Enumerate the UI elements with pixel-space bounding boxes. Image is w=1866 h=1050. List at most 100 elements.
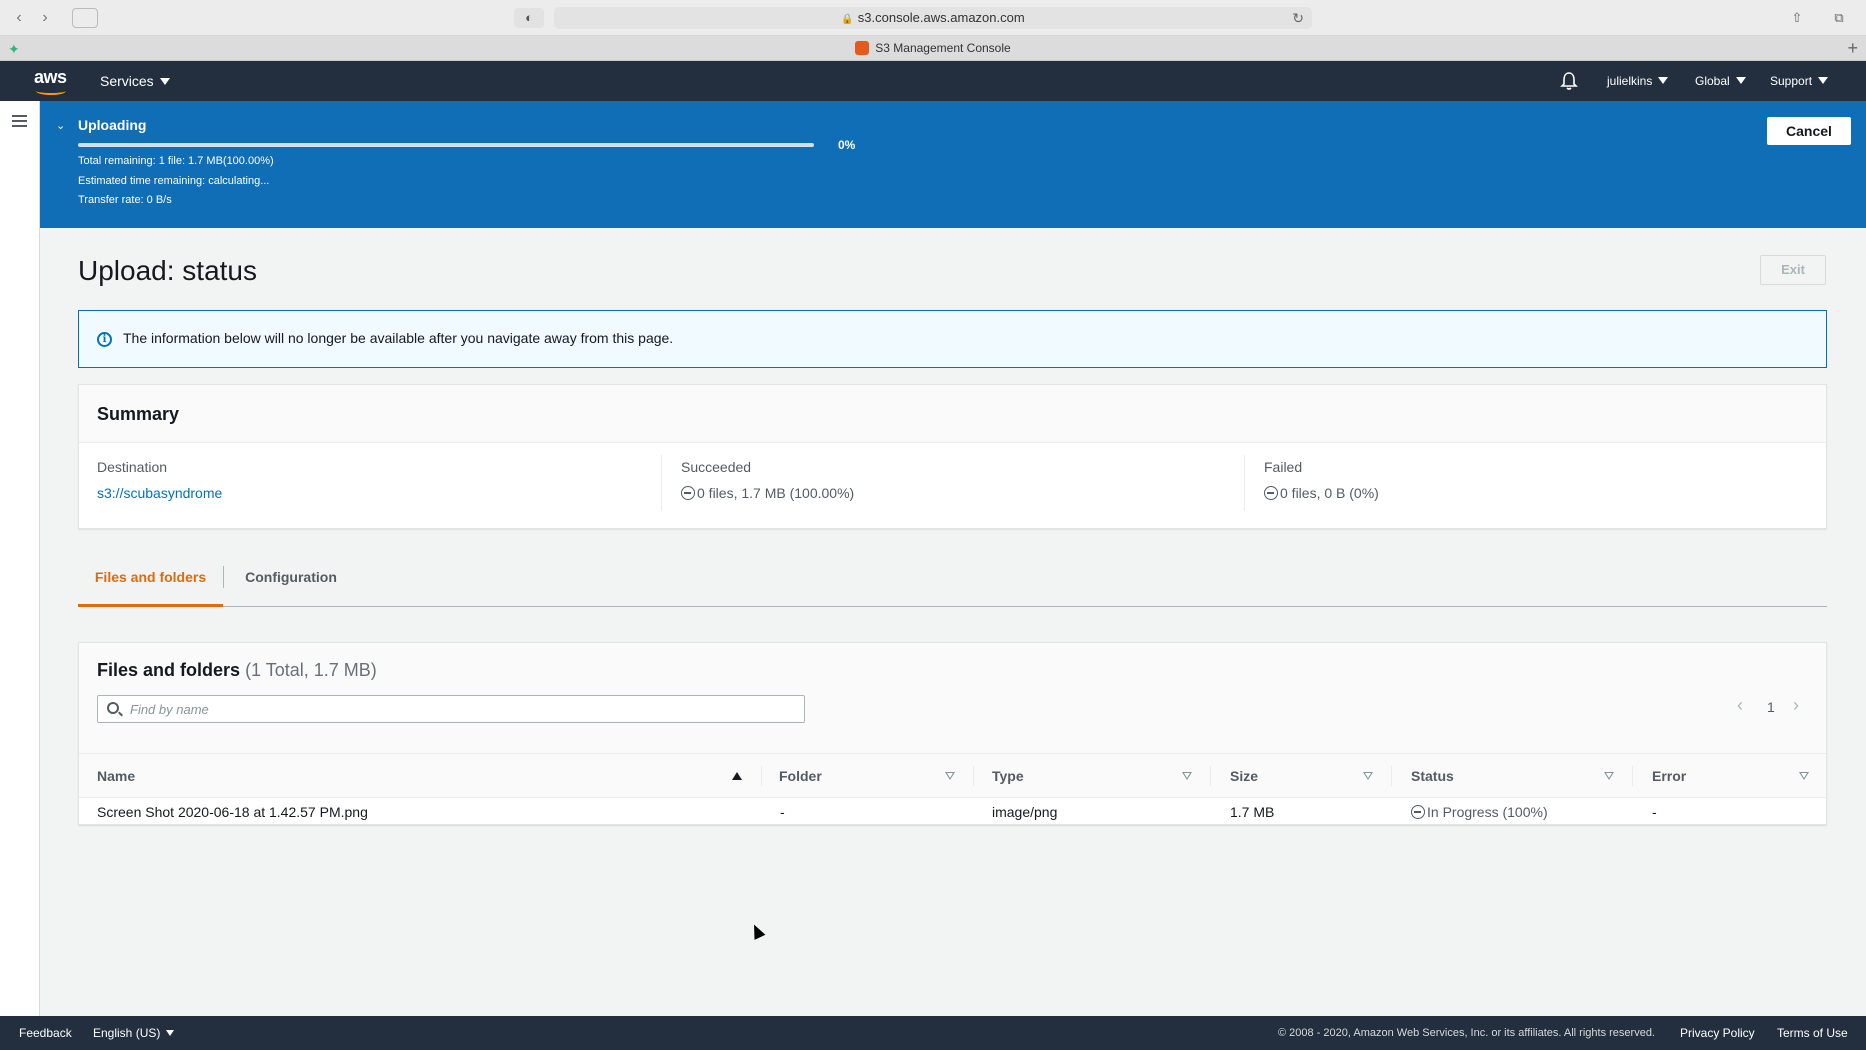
hamburger-menu-icon[interactable] <box>12 115 27 127</box>
s3-favicon-icon <box>855 41 870 55</box>
summary-failed: Failed 0 files, 0 B (0%) <box>1264 459 1379 519</box>
succeeded-label: Succeeded <box>681 459 752 475</box>
user-menu[interactable]: julielkins <box>1607 61 1669 101</box>
cell-error: - <box>1652 804 1657 820</box>
failed-label: Failed <box>1264 459 1303 475</box>
console-footer: Feedback English (US) © 2008 - 2020, Ama… <box>0 1016 1866 1050</box>
aws-smile-icon <box>36 87 66 95</box>
in-progress-icon <box>1411 805 1425 819</box>
lock-icon: 🔒 <box>841 14 854 25</box>
aws-logo[interactable]: aws <box>34 67 70 95</box>
search-box <box>97 695 805 723</box>
services-menu[interactable]: Services <box>100 61 170 101</box>
caret-down-icon <box>1735 77 1746 84</box>
mouse-cursor-icon <box>748 922 766 940</box>
region-label: Global <box>1695 74 1730 88</box>
column-header-error[interactable]: Error <box>1652 754 1686 799</box>
tab-files-and-folders[interactable]: Files and folders <box>78 555 223 607</box>
cell-type: image/png <box>992 804 1058 820</box>
column-header-folder[interactable]: Folder <box>779 754 822 799</box>
sort-toggle-icon[interactable] <box>1182 772 1192 780</box>
sort-toggle-icon[interactable] <box>1604 772 1614 780</box>
files-count: (1 Total, 1.7 MB) <box>245 660 377 680</box>
left-rail <box>0 101 40 1016</box>
total-remaining-text: Total remaining: 1 file: 1.7 MB(100.00%) <box>78 155 274 167</box>
previous-page-icon[interactable]: ‹ <box>1737 695 1743 716</box>
column-header-type[interactable]: Type <box>992 754 1024 799</box>
browser-tab[interactable]: S3 Management Console <box>0 36 1866 61</box>
cancel-upload-button[interactable]: Cancel <box>1767 117 1851 145</box>
column-header-status[interactable]: Status <box>1411 754 1454 799</box>
summary-heading: Summary <box>97 404 180 424</box>
cell-status: In Progress (100%) <box>1411 798 1548 826</box>
user-label: julielkins <box>1607 74 1653 88</box>
destination-link[interactable]: s3://scubasyndrome <box>97 485 222 501</box>
files-title: Files and folders <box>97 660 241 680</box>
info-icon: i <box>97 332 112 347</box>
language-selector[interactable]: English (US) <box>93 1016 175 1050</box>
status-circle-icon <box>1264 486 1278 500</box>
support-label: Support <box>1770 74 1813 88</box>
copyright-text: © 2008 - 2020, Amazon Web Services, Inc.… <box>1278 1027 1655 1039</box>
share-icon[interactable]: ⇧ <box>1784 7 1810 29</box>
column-divider <box>761 766 762 786</box>
caret-down-icon <box>1818 77 1829 84</box>
page-title: Upload: status <box>78 255 257 286</box>
upload-title: Uploading <box>78 117 147 133</box>
destination-label: Destination <box>97 459 168 475</box>
region-menu[interactable]: Global <box>1695 61 1746 101</box>
terms-of-use-link[interactable]: Terms of Use <box>1777 1016 1848 1050</box>
notification-bell-icon[interactable] <box>1560 71 1578 91</box>
browser-tab-bar: ✦ S3 Management Console + <box>0 36 1866 61</box>
summary-succeeded: Succeeded 0 files, 1.7 MB (100.00%) <box>681 459 854 519</box>
privacy-shield-icon[interactable]: ◐ <box>514 8 544 28</box>
tabs-overview-icon[interactable]: ⧉ <box>1826 7 1852 29</box>
caret-down-icon <box>1658 77 1669 84</box>
files-panel-header: Files and folders (1 Total, 1.7 MB) ‹ 1 … <box>79 643 1826 753</box>
sort-toggle-icon[interactable] <box>1799 772 1809 780</box>
page-number[interactable]: 1 <box>1767 699 1775 715</box>
privacy-policy-link[interactable]: Privacy Policy <box>1680 1016 1755 1050</box>
sidebar-toggle-icon[interactable] <box>72 8 98 28</box>
time-remaining-text: Estimated time remaining: calculating... <box>78 175 270 187</box>
collapse-chevron-icon[interactable]: ⌄ <box>56 119 65 132</box>
summary-header: Summary <box>79 385 1826 443</box>
cell-status-text: In Progress (100%) <box>1427 804 1548 820</box>
column-divider <box>1632 766 1633 786</box>
sort-toggle-icon[interactable] <box>945 772 955 780</box>
tab-configuration[interactable]: Configuration <box>224 555 358 607</box>
column-header-size[interactable]: Size <box>1230 754 1258 799</box>
files-panel-title: Files and folders (1 Total, 1.7 MB) <box>97 660 377 681</box>
cell-name: Screen Shot 2020-06-18 at 1.42.57 PM.png <box>97 804 368 820</box>
tab-title: S3 Management Console <box>875 41 1011 55</box>
feedback-link[interactable]: Feedback <box>19 1016 72 1050</box>
reload-icon[interactable]: ↻ <box>1292 7 1304 29</box>
url-text: s3.console.aws.amazon.com <box>857 10 1025 25</box>
back-icon[interactable]: ‹ <box>8 8 30 28</box>
upload-progress-banner: ⌄ Uploading 0% Total remaining: 1 file: … <box>40 101 1866 228</box>
status-circle-icon <box>681 486 695 500</box>
new-tab-icon[interactable]: + <box>1847 36 1858 61</box>
exit-button[interactable]: Exit <box>1760 255 1826 285</box>
aws-top-nav: aws Services julielkins Global Support <box>0 61 1866 101</box>
upload-progress-bar <box>78 143 814 147</box>
forward-icon[interactable]: › <box>34 8 56 28</box>
failed-value: 0 files, 0 B (0%) <box>1280 485 1379 501</box>
support-menu[interactable]: Support <box>1770 61 1829 101</box>
succeeded-value: 0 files, 1.7 MB (100.00%) <box>697 485 855 501</box>
services-label: Services <box>100 73 154 89</box>
caret-down-icon <box>159 78 170 85</box>
column-header-name[interactable]: Name <box>97 754 135 799</box>
sort-ascending-icon[interactable] <box>732 772 742 780</box>
search-input[interactable] <box>130 699 790 719</box>
cell-folder: - <box>780 804 785 820</box>
summary-divider <box>661 455 662 511</box>
tabs: Files and folders Configuration <box>78 555 1827 607</box>
table-row[interactable]: Screen Shot 2020-06-18 at 1.42.57 PM.png… <box>79 798 1826 826</box>
address-bar[interactable]: 🔒 s3.console.aws.amazon.com ↻ <box>554 7 1312 29</box>
sort-toggle-icon[interactable] <box>1363 772 1373 780</box>
browser-toolbar: ‹ › ◐ 🔒 s3.console.aws.amazon.com ↻ ⇧ ⧉ <box>0 0 1866 36</box>
next-page-icon[interactable]: › <box>1793 695 1799 716</box>
table-header: Name Folder Type Size Status Error <box>79 753 1826 798</box>
cell-size: 1.7 MB <box>1230 804 1275 820</box>
